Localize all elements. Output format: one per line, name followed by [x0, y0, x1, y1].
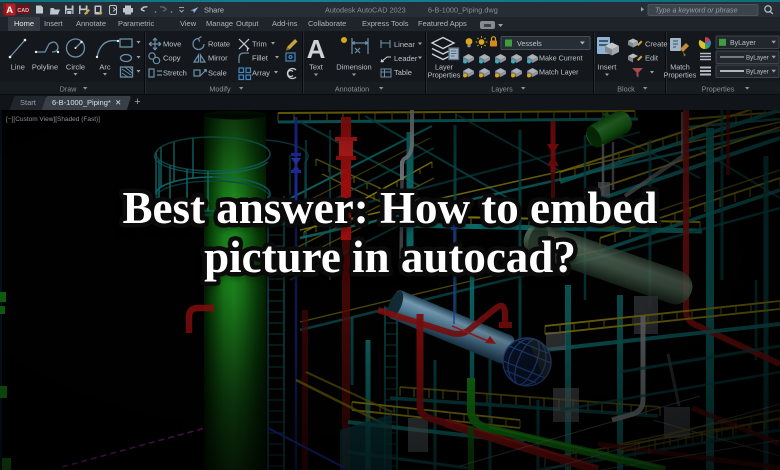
svg-text:Edit: Edit — [645, 54, 659, 63]
svg-text:Mirror: Mirror — [208, 54, 228, 63]
svg-text:Array: Array — [252, 69, 270, 78]
svg-text:Dimension: Dimension — [336, 63, 371, 72]
svg-text:Share: Share — [204, 6, 224, 15]
svg-text:Leader: Leader — [394, 54, 418, 63]
svg-text:Table: Table — [394, 68, 412, 77]
svg-text:Scale: Scale — [208, 69, 227, 78]
svg-text:Properties: Properties — [702, 85, 735, 94]
svg-text:ByLayer: ByLayer — [746, 55, 769, 62]
svg-text:Insert: Insert — [598, 63, 618, 72]
svg-text:Create: Create — [645, 40, 668, 49]
svg-text:A: A — [6, 5, 13, 16]
svg-text:Copy: Copy — [163, 54, 181, 63]
svg-text:Draw: Draw — [60, 85, 78, 94]
svg-text:Modify: Modify — [209, 85, 231, 94]
svg-text:Block: Block — [617, 85, 635, 94]
svg-text:ByLayer: ByLayer — [746, 69, 769, 76]
svg-text:Arc: Arc — [99, 63, 111, 72]
svg-text:Match Layer: Match Layer — [539, 68, 579, 77]
svg-text:Move: Move — [163, 40, 181, 49]
svg-text:Polyline: Polyline — [32, 63, 58, 72]
svg-text:Text: Text — [309, 63, 324, 72]
svg-text:6-B-1000_Piping.dwg: 6-B-1000_Piping.dwg — [428, 6, 498, 15]
svg-text:Line: Line — [11, 63, 25, 72]
svg-text:Circle: Circle — [66, 63, 85, 72]
svg-text:Annotation: Annotation — [335, 85, 369, 94]
svg-text:Type a keyword or phrase: Type a keyword or phrase — [655, 5, 738, 14]
svg-text:Make Current: Make Current — [539, 54, 583, 63]
svg-text:Layers: Layers — [491, 85, 513, 94]
svg-text:Vessels: Vessels — [517, 39, 542, 48]
svg-text:Properties: Properties — [428, 71, 461, 80]
svg-text:CAD: CAD — [17, 8, 29, 14]
svg-text:ByLayer: ByLayer — [730, 40, 756, 47]
svg-text:A: A — [307, 34, 326, 64]
svg-text:Properties: Properties — [664, 71, 697, 80]
svg-text:Linear: Linear — [394, 40, 415, 49]
svg-text:Fillet: Fillet — [252, 54, 269, 63]
svg-text:Stretch: Stretch — [163, 69, 187, 78]
svg-text:Autodesk AutoCAD 2023: Autodesk AutoCAD 2023 — [325, 6, 406, 15]
svg-text:Rotate: Rotate — [208, 40, 230, 49]
svg-text:Trim: Trim — [252, 40, 267, 49]
